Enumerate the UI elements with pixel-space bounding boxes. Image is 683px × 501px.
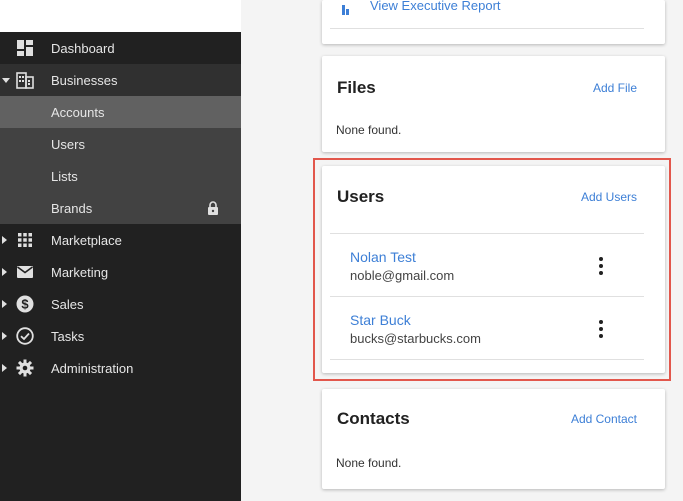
contacts-title: Contacts: [337, 409, 410, 428]
sidebar-item-label: Administration: [51, 360, 134, 376]
sidebar-item-label: Marketing: [51, 264, 109, 280]
files-empty-text: None found.: [336, 123, 402, 137]
sidebar-item-marketplace[interactable]: Marketplace: [0, 224, 241, 256]
dollar-icon: $: [16, 295, 34, 313]
lock-icon: [208, 201, 218, 215]
caret-right-icon: [2, 332, 7, 340]
contacts-card: Contacts Add Contact None found.: [322, 389, 665, 489]
sidebar-item-users[interactable]: Users: [0, 128, 241, 160]
sidebar-item-marketing[interactable]: Marketing: [0, 256, 241, 288]
sidebar-item-label: Sales: [51, 296, 84, 312]
sidebar-item-label: Brands: [51, 200, 93, 216]
view-report-link[interactable]: View Executive Report: [370, 0, 501, 14]
highlight-box: [313, 158, 671, 381]
top-strip: [0, 0, 241, 32]
sidebar-item-accounts[interactable]: Accounts: [0, 96, 241, 128]
dashboard-icon: [17, 40, 33, 56]
gear-icon: [16, 359, 34, 377]
contacts-empty-text: None found.: [336, 456, 402, 470]
files-card: Files Add File None found.: [322, 56, 665, 152]
building-icon: [16, 72, 34, 89]
sidebar-item-administration[interactable]: Administration: [0, 352, 241, 384]
divider: [330, 28, 644, 29]
caret-right-icon: [2, 364, 7, 372]
files-title: Files: [337, 78, 376, 97]
grid-icon: [18, 233, 32, 247]
mail-icon: [17, 266, 33, 278]
add-contact-button[interactable]: Add Contact: [571, 412, 637, 426]
sidebar-item-label: Lists: [51, 168, 78, 184]
sidebar-item-label: Dashboard: [51, 40, 115, 56]
sidebar-item-label: Businesses: [51, 72, 118, 88]
caret-down-icon: [2, 78, 10, 83]
sidebar-item-label: Accounts: [51, 104, 105, 120]
sidebar-item-label: Marketplace: [51, 232, 122, 248]
add-file-button[interactable]: Add File: [593, 81, 637, 95]
sidebar-item-sales[interactable]: $ Sales: [0, 288, 241, 320]
sidebar-item-brands[interactable]: Brands: [0, 192, 241, 224]
sidebar-item-dashboard[interactable]: Dashboard: [0, 32, 241, 64]
svg-text:$: $: [21, 297, 29, 312]
caret-right-icon: [2, 236, 7, 244]
sidebar-item-lists[interactable]: Lists: [0, 160, 241, 192]
sidebar-item-tasks[interactable]: Tasks: [0, 320, 241, 352]
check-circle-icon: [16, 327, 34, 345]
sidebar: Dashboard Businesses Accounts Users List…: [0, 32, 241, 501]
report-card: View Executive Report: [322, 0, 665, 44]
caret-right-icon: [2, 268, 7, 276]
sidebar-item-label: Users: [51, 136, 85, 152]
sidebar-item-label: Tasks: [51, 328, 85, 344]
sidebar-item-businesses[interactable]: Businesses: [0, 64, 241, 96]
caret-right-icon: [2, 300, 7, 308]
